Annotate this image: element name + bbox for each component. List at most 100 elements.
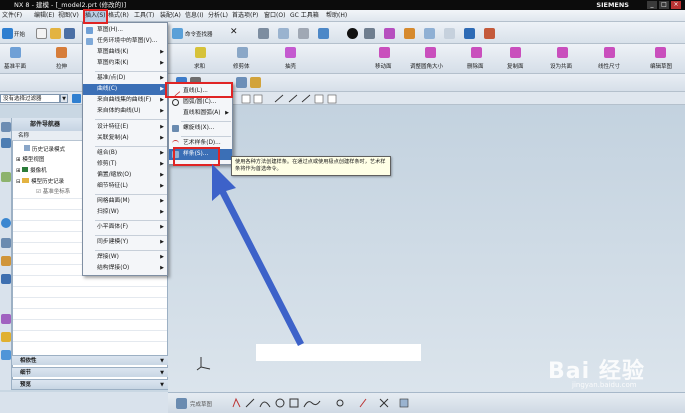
- cube-icon[interactable]: [278, 28, 289, 39]
- shell-icon[interactable]: [285, 47, 296, 58]
- shade-icon[interactable]: [318, 28, 329, 39]
- feature-icon-d[interactable]: [444, 28, 455, 39]
- dependencies-panel[interactable]: 相依性 ▼: [12, 355, 168, 365]
- datum-plane-button[interactable]: 基准平面: [4, 62, 26, 70]
- feature-icon-e[interactable]: [464, 28, 475, 39]
- menu-item-offset-scale[interactable]: 偏置/缩放(O) ▶: [83, 170, 167, 181]
- menu-item-sketch-constraints[interactable]: 草图约束(K) ▶: [83, 58, 167, 69]
- menu-item-sketch[interactable]: 草图(H)...: [83, 25, 167, 36]
- copy-face-button[interactable]: 复制面: [507, 62, 524, 70]
- menu-item-facet-body[interactable]: 小平面体(F) ▶: [83, 222, 167, 233]
- collapse-minus-icon[interactable]: ⊟: [16, 179, 21, 185]
- datum-plane-icon[interactable]: [10, 47, 21, 58]
- menu-help[interactable]: 帮助(H): [326, 10, 347, 22]
- finish-sketch-icon[interactable]: [176, 398, 187, 409]
- menu-item-datum-point[interactable]: 基准/点(D) ▶: [83, 73, 167, 84]
- roles-icon[interactable]: [1, 332, 11, 342]
- menu-format[interactable]: 格式(R): [108, 10, 129, 22]
- expand-plus-icon[interactable]: ⊞: [16, 157, 21, 163]
- menu-item-derived-curve[interactable]: 来自曲线集的曲线(F) ▶: [83, 95, 167, 106]
- nav-row-datum-csys[interactable]: ☑ 基准坐标系: [36, 187, 70, 195]
- close-button[interactable]: ×: [671, 1, 681, 9]
- extrude-icon[interactable]: [56, 47, 67, 58]
- palette-icon[interactable]: [1, 256, 11, 266]
- feature-icon-a[interactable]: [384, 28, 395, 39]
- menu-item-design-feature[interactable]: 设计特征(E) ▶: [83, 122, 167, 133]
- curve-tool-icon-c[interactable]: [236, 77, 247, 88]
- make-coplanar-icon[interactable]: [557, 47, 568, 58]
- linear-dimension-button[interactable]: 线性尺寸: [598, 62, 620, 70]
- filter-dropdown-arrow[interactable]: ▼: [60, 94, 68, 103]
- move-face-button[interactable]: 移动面: [375, 62, 392, 70]
- make-coplanar-button[interactable]: 设为共面: [550, 62, 572, 70]
- menu-gc-toolbox[interactable]: GC 工具箱: [290, 10, 319, 22]
- menu-item-detail-feature[interactable]: 细节特征(L) ▶: [83, 181, 167, 192]
- resize-blend-icon[interactable]: [425, 47, 436, 58]
- command-finder-label[interactable]: 命令查找器: [185, 30, 213, 38]
- menu-assembly[interactable]: 装配(A): [160, 10, 181, 22]
- extrude-button[interactable]: 拉伸: [56, 62, 67, 70]
- menu-view[interactable]: 视图(V): [58, 10, 79, 22]
- nav-row-model-history[interactable]: ⊟ 模型历史记录: [16, 177, 64, 185]
- finish-sketch-label[interactable]: 完成草图: [190, 400, 212, 408]
- new-file-icon[interactable]: [36, 28, 47, 39]
- delete-face-button[interactable]: 删除面: [467, 62, 484, 70]
- nav-row-history-mode[interactable]: 历史记录模式: [24, 145, 65, 153]
- menu-item-mesh-surface[interactable]: 网格曲面(M) ▶: [83, 196, 167, 207]
- layer-icon[interactable]: [258, 28, 269, 39]
- menu-item-curve[interactable]: 曲线(C) ▶: [83, 84, 167, 95]
- system-material-icon[interactable]: [1, 274, 11, 284]
- menu-item-combine[interactable]: 组合(B) ▶: [83, 148, 167, 159]
- maximize-button[interactable]: □: [659, 1, 669, 9]
- menu-item-curve-from-body[interactable]: 来自体的曲线(U) ▶: [83, 106, 167, 117]
- checkbox-icon[interactable]: ☑: [36, 189, 41, 195]
- nav-row-cameras[interactable]: ⊞ 摄像机: [16, 166, 47, 174]
- command-finder-icon[interactable]: [172, 28, 183, 39]
- edit-sketch-button[interactable]: 编辑草图: [650, 62, 672, 70]
- preview-panel[interactable]: 预览 ▼: [12, 379, 168, 389]
- menu-preferences[interactable]: 首选项(P): [232, 10, 258, 22]
- start-icon[interactable]: [2, 28, 13, 39]
- part-nav-icon[interactable]: [1, 138, 11, 148]
- feature-icon-f[interactable]: [484, 28, 495, 39]
- menu-item-associative-copy[interactable]: 关联复制(A) ▶: [83, 133, 167, 144]
- menu-window[interactable]: 窗口(O): [264, 10, 285, 22]
- shell-button[interactable]: 抽壳: [285, 62, 296, 70]
- delete-face-icon[interactable]: [471, 47, 482, 58]
- menu-item-sketch-curves[interactable]: 草图曲线(K) ▶: [83, 47, 167, 58]
- box-icon[interactable]: [298, 28, 309, 39]
- menu-item-task-env-sketch[interactable]: 任务环境中的草图(V)...: [83, 36, 167, 47]
- menu-item-sweep[interactable]: 扫掠(W) ▶: [83, 207, 167, 218]
- save-icon[interactable]: [64, 28, 75, 39]
- menu-tools[interactable]: 工具(T): [134, 10, 154, 22]
- select-icon[interactable]: [72, 94, 81, 103]
- render-icon[interactable]: [347, 28, 358, 39]
- minimize-button[interactable]: _: [647, 1, 657, 9]
- menu-edit[interactable]: 编辑(E): [34, 10, 54, 22]
- menu-analysis[interactable]: 分析(L): [208, 10, 228, 22]
- menu-item-weld[interactable]: 焊接(W) ▶: [83, 252, 167, 263]
- close-x-icon[interactable]: ✕: [230, 27, 238, 37]
- unite-icon[interactable]: [195, 47, 206, 58]
- type-filter-select[interactable]: 没有选择过滤器: [0, 94, 60, 103]
- details-panel[interactable]: 细节 ▼: [12, 367, 168, 377]
- edit-sketch-icon[interactable]: [655, 47, 666, 58]
- assembly-nav-icon[interactable]: [1, 122, 11, 132]
- menu-item-synchronous-modeling[interactable]: 同步建模(Y) ▶: [83, 237, 167, 248]
- curve-tool-icon-d[interactable]: [250, 77, 261, 88]
- menu-info[interactable]: 信息(I): [185, 10, 203, 22]
- menu-item-trim[interactable]: 修剪(T) ▶: [83, 159, 167, 170]
- unite-button[interactable]: 求和: [194, 62, 205, 70]
- linear-dimension-icon[interactable]: [604, 47, 615, 58]
- feature-icon-b[interactable]: [404, 28, 415, 39]
- resize-blend-button[interactable]: 调整圆角大小: [410, 62, 443, 70]
- expand-plus-icon[interactable]: ⊞: [16, 168, 21, 174]
- menu-item-structure-weld[interactable]: 结构焊接(O) ▶: [83, 263, 167, 274]
- start-button[interactable]: 开始: [14, 30, 25, 38]
- constraint-nav-icon[interactable]: [1, 172, 11, 182]
- open-folder-icon[interactable]: [50, 28, 61, 39]
- trim-body-button[interactable]: 修剪体: [233, 62, 250, 70]
- menu-item-arc-circle[interactable]: 圆弧/圆(C)...: [169, 97, 232, 108]
- nav-row-model-views[interactable]: ⊞ 模型视图: [16, 155, 44, 163]
- feature-icon-c[interactable]: [424, 28, 435, 39]
